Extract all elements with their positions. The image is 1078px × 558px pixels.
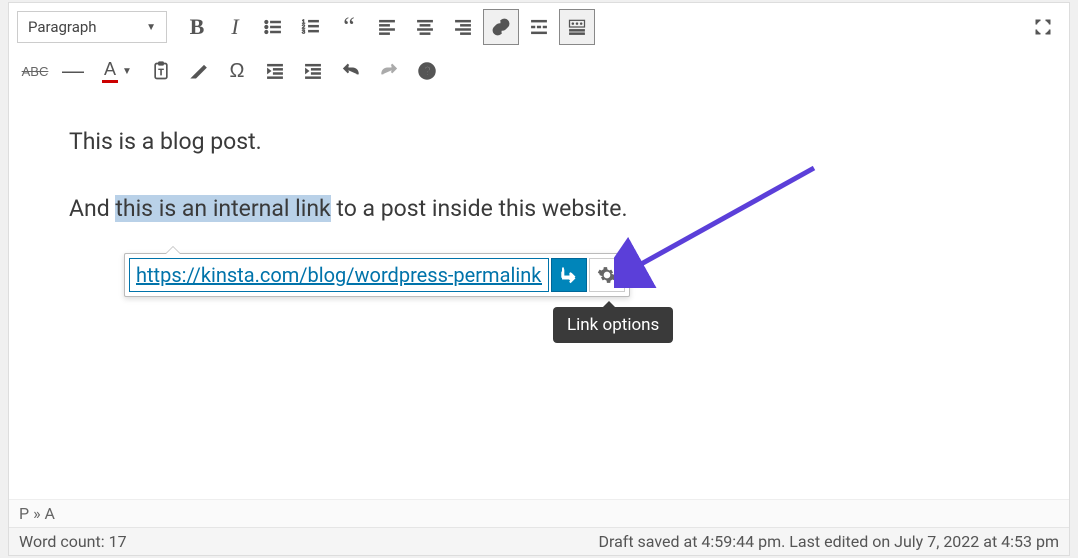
clear-formatting-button[interactable] (181, 53, 217, 89)
align-left-button[interactable] (369, 9, 405, 45)
numbered-list-button[interactable]: 123 (293, 9, 329, 45)
svg-text:?: ? (424, 65, 431, 78)
paragraph-2[interactable]: And this is an internal link to a post i… (69, 192, 1009, 227)
italic-button[interactable]: I (217, 9, 253, 45)
status-bar: Word count: 17 Draft saved at 4:59:44 pm… (9, 527, 1069, 555)
chevron-down-icon: ▼ (146, 22, 156, 33)
toolbar-toggle-button[interactable] (559, 9, 595, 45)
align-right-button[interactable] (445, 9, 481, 45)
horizontal-rule-button[interactable]: — (55, 53, 91, 89)
align-center-button[interactable] (407, 9, 443, 45)
paragraph-1[interactable]: This is a blog post. (69, 125, 1009, 160)
undo-button[interactable] (333, 53, 369, 89)
indent-button[interactable] (295, 53, 331, 89)
editor-frame: Paragraph ▼ B I 123 “ (8, 2, 1070, 556)
text-fragment: And (69, 195, 115, 222)
outdent-button[interactable] (257, 53, 293, 89)
text-fragment: to a post inside this website. (331, 195, 628, 222)
format-dropdown[interactable]: Paragraph ▼ (17, 11, 167, 43)
word-count: Word count: 17 (19, 532, 127, 551)
save-status: Draft saved at 4:59:44 pm. Last edited o… (598, 532, 1059, 551)
toolbar-row-2: ABC — A ▼ T Ω ? (9, 51, 1069, 95)
svg-text:3: 3 (302, 30, 305, 36)
apply-link-button[interactable] (551, 258, 587, 292)
read-more-button[interactable] (521, 9, 557, 45)
toolbar-row-1: Paragraph ▼ B I 123 “ (9, 3, 1069, 51)
bullet-list-button[interactable] (255, 9, 291, 45)
element-path[interactable]: P » A (9, 499, 1069, 527)
paste-as-text-button[interactable]: T (143, 53, 179, 89)
text-color-button[interactable]: A ▼ (93, 53, 141, 89)
bold-button[interactable]: B (179, 9, 215, 45)
tooltip: Link options (553, 307, 673, 343)
fullscreen-button[interactable] (1025, 9, 1061, 45)
blockquote-button[interactable]: “ (331, 9, 367, 45)
strikethrough-button[interactable]: ABC (17, 53, 53, 89)
special-character-button[interactable]: Ω (219, 53, 255, 89)
selected-link-text[interactable]: this is an internal link (115, 195, 330, 222)
link-button[interactable] (483, 9, 519, 45)
format-label: Paragraph (28, 18, 97, 36)
link-url-input[interactable] (129, 258, 549, 292)
svg-text:T: T (159, 67, 164, 77)
link-popover (124, 253, 630, 297)
help-button[interactable]: ? (409, 53, 445, 89)
link-options-button[interactable] (589, 258, 625, 292)
redo-button[interactable] (371, 53, 407, 89)
